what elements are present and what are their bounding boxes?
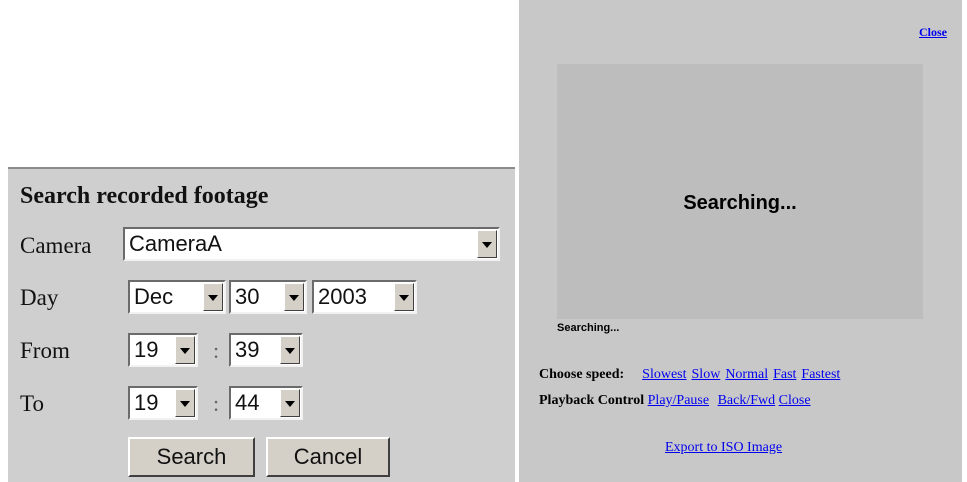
- chevron-down-icon[interactable]: [175, 336, 195, 364]
- video-status-text: Searching...: [683, 192, 797, 214]
- close-link[interactable]: Close: [779, 393, 811, 408]
- day-select-value: 30: [235, 284, 260, 309]
- chevron-down-icon[interactable]: [284, 283, 304, 311]
- video-display: Searching...: [557, 64, 923, 319]
- speed-row: Choose speed: Slowest Slow Normal Fast Fastes…: [539, 367, 840, 383]
- camera-label: Camera: [20, 233, 92, 258]
- from-minute-value: 39: [235, 337, 260, 362]
- to-hour-select[interactable]: 19: [128, 386, 198, 420]
- camera-select[interactable]: CameraA: [123, 227, 500, 261]
- from-hour-value: 19: [134, 337, 159, 362]
- speed-label: Choose speed:: [539, 367, 625, 382]
- chevron-down-icon[interactable]: [394, 283, 414, 311]
- month-select[interactable]: Dec: [128, 280, 226, 314]
- chevron-down-icon[interactable]: [203, 283, 223, 311]
- search-status-text: Searching...: [557, 322, 620, 334]
- back-fwd-link[interactable]: Back/Fwd: [718, 393, 776, 408]
- from-minute-select[interactable]: 39: [229, 333, 303, 367]
- time-separator: :: [213, 338, 220, 363]
- chevron-down-icon[interactable]: [280, 336, 300, 364]
- chevron-down-icon[interactable]: [477, 230, 497, 258]
- year-select-value: 2003: [318, 284, 367, 309]
- to-hour-value: 19: [134, 390, 159, 415]
- speed-slow-link[interactable]: Slow: [692, 367, 721, 382]
- month-select-value: Dec: [134, 284, 174, 309]
- day-label: Day: [20, 285, 59, 310]
- cancel-button[interactable]: Cancel: [266, 437, 390, 477]
- playback-control-label: Playback Control: [539, 393, 645, 408]
- camera-select-value: CameraA: [129, 231, 222, 256]
- play-pause-link[interactable]: Play/Pause: [648, 393, 709, 408]
- search-button[interactable]: Search: [128, 437, 255, 477]
- speed-fast-link[interactable]: Fast: [773, 367, 796, 382]
- to-label: To: [20, 391, 44, 416]
- to-minute-select[interactable]: 44: [229, 386, 303, 420]
- year-select[interactable]: 2003: [312, 280, 417, 314]
- speed-normal-link[interactable]: Normal: [725, 367, 768, 382]
- export-iso-link[interactable]: Export to ISO Image: [665, 440, 782, 456]
- chevron-down-icon[interactable]: [175, 389, 195, 417]
- to-minute-value: 44: [235, 390, 260, 415]
- close-link-top[interactable]: Close: [919, 25, 947, 40]
- playback-control-row: Playback Control Play/Pause Back/Fwd Clo…: [539, 393, 811, 409]
- search-title: Search recorded footage: [20, 183, 269, 209]
- from-hour-select[interactable]: 19: [128, 333, 198, 367]
- search-footage-panel: Search recorded footage Camera CameraA D…: [8, 167, 515, 482]
- speed-fastest-link[interactable]: Fastest: [801, 367, 840, 382]
- speed-slowest-link[interactable]: Slowest: [642, 367, 686, 382]
- day-select[interactable]: 30: [229, 280, 307, 314]
- chevron-down-icon[interactable]: [280, 389, 300, 417]
- playback-panel: Close Searching... Searching... Choose s…: [519, 0, 962, 482]
- from-label: From: [20, 338, 70, 363]
- time-separator: :: [213, 391, 220, 416]
